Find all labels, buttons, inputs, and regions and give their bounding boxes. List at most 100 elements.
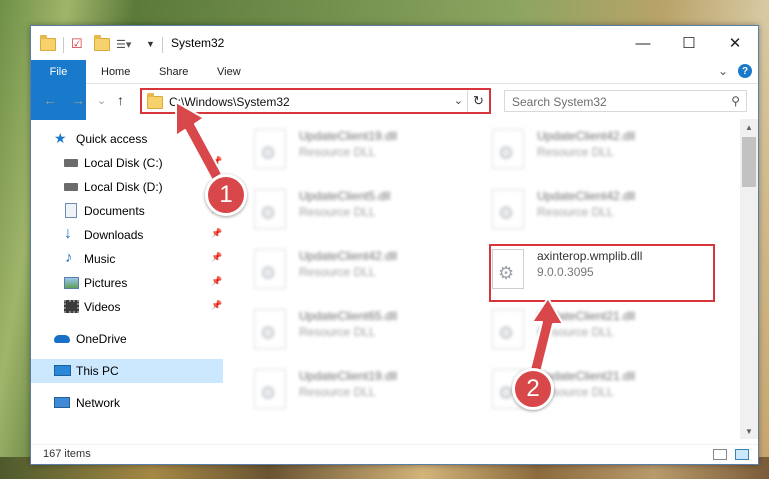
minimize-button[interactable]: — <box>620 26 666 60</box>
file-name: UpdateClient5.dll <box>299 189 391 203</box>
file-name: UpdateClient19.dll <box>299 369 398 383</box>
dll-file-icon <box>254 369 286 409</box>
address-bar[interactable]: C:\Windows\System32 ⌄ ↻ <box>140 88 491 114</box>
dll-file-icon <box>254 129 286 169</box>
address-dropdown-icon[interactable]: ⌄ <box>454 94 463 107</box>
sidebar-item-documents[interactable]: Documents 📌 <box>31 199 223 223</box>
large-icons-view-icon[interactable] <box>735 449 749 460</box>
star-icon: ★ <box>54 130 67 146</box>
sidebar-item-local-disk-c[interactable]: Local Disk (C:) 📌 <box>31 151 223 175</box>
recent-locations-button[interactable]: ⌄ <box>97 94 106 107</box>
list-item[interactable]: UpdateClient42.dll Resource DLL <box>462 181 692 241</box>
file-highlight-box <box>489 244 715 302</box>
pin-icon: 📌 <box>211 300 223 310</box>
list-item[interactable]: UpdateClient5.dll Resource DLL <box>224 181 454 241</box>
downloads-icon: ↓ <box>64 225 72 242</box>
sidebar-item-music[interactable]: ♪ Music 📌 <box>31 247 223 271</box>
status-bar: 167 items <box>31 444 758 465</box>
file-description: Resource DLL <box>299 385 376 399</box>
dll-file-icon <box>492 309 524 349</box>
dll-file-icon <box>254 249 286 289</box>
tab-share[interactable]: Share <box>159 60 188 84</box>
explorer-window: ☑ ☰▾ ▼ System32 — ☐ ✕ File Home Share Vi… <box>30 25 759 465</box>
scroll-thumb[interactable] <box>742 137 756 187</box>
sidebar-item-label: Music <box>84 252 116 266</box>
divider <box>162 37 163 53</box>
list-item[interactable]: UpdateClient21.dll Resource DLL <box>462 301 692 361</box>
list-item[interactable]: UpdateClient19.dll Resource DLL <box>224 361 454 421</box>
sidebar-item-pictures[interactable]: Pictures 📌 <box>31 271 223 295</box>
sidebar-item-label: Pictures <box>84 276 128 290</box>
sidebar-item-label: Local Disk (D:) <box>84 180 163 194</box>
customize-toolbar-icon[interactable]: ☰▾ <box>116 35 131 53</box>
pin-icon: 📌 <box>211 252 223 262</box>
file-description: Resource DLL <box>537 205 614 219</box>
sidebar-item-label: Documents <box>84 204 145 218</box>
chevron-down-icon[interactable]: ▼ <box>146 35 155 53</box>
sidebar-item-this-pc[interactable]: This PC <box>31 359 223 383</box>
scroll-down-icon[interactable]: ▼ <box>740 423 758 439</box>
back-button[interactable]: ← <box>43 92 57 108</box>
folder-icon <box>40 34 56 53</box>
list-item[interactable]: UpdateClient21.dll Resource DLL <box>462 361 692 421</box>
divider <box>63 37 64 53</box>
refresh-button[interactable]: ↻ <box>467 90 489 112</box>
sidebar-item-local-disk-d[interactable]: Local Disk (D:) <box>31 175 223 199</box>
forward-button[interactable]: → <box>71 92 85 108</box>
sidebar-item-label: Local Disk (C:) <box>84 156 163 170</box>
ribbon-tabs: File Home Share View ⌄ ? <box>31 60 758 120</box>
list-item[interactable]: UpdateClient65.dll Resource DLL <box>224 301 454 361</box>
sidebar-item-label: This PC <box>76 364 119 378</box>
search-icon[interactable]: ⚲ <box>731 94 740 108</box>
address-path[interactable]: C:\Windows\System32 <box>169 95 290 109</box>
drive-icon <box>64 183 78 191</box>
computer-icon <box>54 365 71 376</box>
sidebar-item-downloads[interactable]: ↓ Downloads 📌 <box>31 223 223 247</box>
dll-file-icon <box>254 309 286 349</box>
expand-ribbon-icon[interactable]: ⌄ <box>718 64 728 78</box>
list-item[interactable]: UpdateClient19.dll Resource DLL <box>224 121 454 181</box>
tab-view[interactable]: View <box>217 60 241 84</box>
close-button[interactable]: ✕ <box>712 26 758 60</box>
sidebar-item-onedrive[interactable]: OneDrive <box>31 327 223 351</box>
tab-home[interactable]: Home <box>101 60 130 84</box>
sidebar-item-label: Quick access <box>76 132 148 146</box>
new-folder-icon[interactable] <box>94 34 110 53</box>
callout-badge-1: 1 <box>205 174 247 216</box>
sidebar-item-quick-access[interactable]: ★ Quick access <box>31 127 223 151</box>
sidebar-item-label: Network <box>76 396 121 410</box>
details-view-icon[interactable] <box>713 449 727 460</box>
file-name: UpdateClient42.dll <box>537 129 636 143</box>
maximize-button[interactable]: ☐ <box>666 26 712 60</box>
pictures-icon <box>64 277 79 289</box>
file-name: UpdateClient42.dll <box>537 189 636 203</box>
title-bar: ☑ ☰▾ ▼ System32 — ☐ ✕ <box>31 26 758 60</box>
list-item[interactable]: UpdateClient42.dll Resource DLL <box>224 241 454 301</box>
pin-icon: 📌 <box>211 228 223 238</box>
file-list: UpdateClient19.dll Resource DLL UpdateCl… <box>224 119 739 435</box>
file-name: UpdateClient19.dll <box>299 129 398 143</box>
onedrive-icon <box>54 335 70 343</box>
documents-icon <box>65 203 77 218</box>
file-description: Resource DLL <box>299 265 376 279</box>
list-item[interactable]: UpdateClient42.dll Resource DLL <box>462 121 692 181</box>
search-input[interactable]: Search System32 ⚲ <box>504 90 747 112</box>
file-description: Resource DLL <box>299 325 376 339</box>
properties-icon[interactable]: ☑ <box>71 35 83 53</box>
up-button[interactable]: ↑ <box>117 92 124 108</box>
dll-file-icon <box>492 189 524 229</box>
sidebar-item-videos[interactable]: Videos 📌 <box>31 295 223 319</box>
file-description: Resource DLL <box>537 325 614 339</box>
dll-file-icon <box>492 129 524 169</box>
navigation-bar: ← → ⌄ ↑ C:\Windows\System32 ⌄ ↻ Search S… <box>31 85 758 119</box>
vertical-scrollbar[interactable]: ▲ ▼ <box>740 119 758 439</box>
scroll-up-icon[interactable]: ▲ <box>740 119 758 135</box>
sidebar-item-label: Videos <box>84 300 121 314</box>
network-icon <box>54 397 70 408</box>
search-placeholder: Search System32 <box>512 95 607 109</box>
window-title: System32 <box>171 36 225 50</box>
help-icon[interactable]: ? <box>738 64 752 78</box>
sidebar-item-network[interactable]: Network <box>31 391 223 415</box>
dll-file-icon <box>254 189 286 229</box>
drive-icon <box>64 159 78 167</box>
